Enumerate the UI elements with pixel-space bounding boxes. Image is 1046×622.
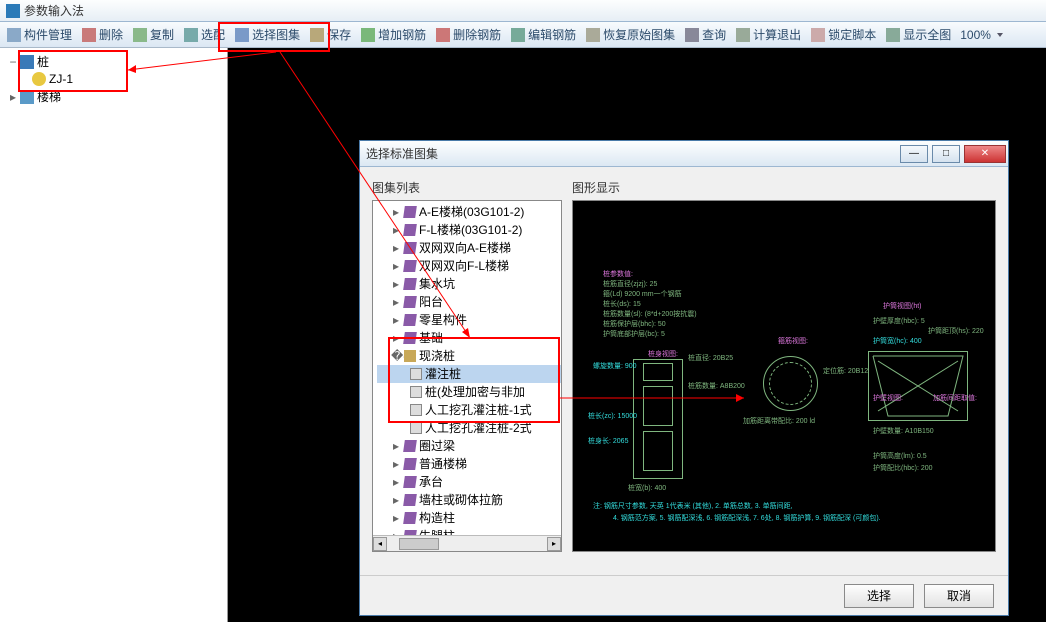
- gear-icon: [184, 28, 198, 42]
- preview-canvas: 桩参数值: 桩筋直径(zjzj): 25 箍(Ld) 9200 mm一个钢筋 桩…: [572, 200, 996, 552]
- edit-rebar-button[interactable]: 编辑钢筋: [506, 24, 581, 45]
- plus-icon: [361, 28, 375, 42]
- list-item[interactable]: ▸F-L楼梯(03G101-2): [377, 221, 561, 239]
- page-icon: [410, 368, 422, 380]
- list-item[interactable]: ▸双网双向F-L楼梯: [377, 257, 561, 275]
- list-item[interactable]: ▸承台: [377, 473, 561, 491]
- list-item-selected[interactable]: 灌注桩: [377, 365, 561, 383]
- window-title: 参数输入法: [24, 2, 84, 19]
- atlas-list: ▸A-E楼梯(03G101-2) ▸F-L楼梯(03G101-2) ▸双网双向A…: [372, 200, 562, 552]
- list-item-open[interactable]: �ə现浇桩: [377, 347, 561, 365]
- calc-icon: [736, 28, 750, 42]
- save-icon: [310, 28, 324, 42]
- pile-icon: [20, 55, 34, 69]
- book-icon: [403, 512, 417, 524]
- expand-icon[interactable]: ▸: [8, 90, 18, 104]
- copy-button[interactable]: 复制: [128, 24, 179, 45]
- restore-icon: [586, 28, 600, 42]
- list-label: 图集列表: [372, 179, 562, 196]
- tree-node-pile[interactable]: − 桩: [4, 52, 223, 71]
- manage-button[interactable]: 构件管理: [2, 24, 77, 45]
- zoom-icon: [886, 28, 900, 42]
- calc-button[interactable]: 计算退出: [731, 24, 806, 45]
- query-button[interactable]: 查询: [680, 24, 731, 45]
- list-item[interactable]: ▸集水坑: [377, 275, 561, 293]
- search-icon: [685, 28, 699, 42]
- list-item[interactable]: ▸零星构件: [377, 311, 561, 329]
- dialog-title: 选择标准图集: [366, 145, 898, 162]
- tree-node-zj1[interactable]: ZJ-1: [4, 71, 223, 87]
- select-button[interactable]: 选择: [844, 584, 914, 608]
- book-icon: [403, 440, 417, 452]
- collapse-icon[interactable]: −: [8, 55, 18, 69]
- select-atlas-button[interactable]: 选择图集: [230, 24, 305, 45]
- zoom-value: 100%: [956, 28, 995, 42]
- delete-button[interactable]: 删除: [77, 24, 128, 45]
- save-button[interactable]: 保存: [305, 24, 356, 45]
- book-icon: [403, 242, 417, 254]
- book-icon: [403, 296, 417, 308]
- cancel-button[interactable]: 取消: [924, 584, 994, 608]
- list-item[interactable]: 人工挖孔灌注桩-1式: [377, 401, 561, 419]
- page-icon: [410, 404, 422, 416]
- book-icon: [403, 476, 417, 488]
- list-item[interactable]: ▸墙柱或砌体拉筋: [377, 491, 561, 509]
- list-item[interactable]: 桩(处理加密与非加: [377, 383, 561, 401]
- doc-icon: [7, 28, 21, 42]
- list-item[interactable]: 人工挖孔灌注桩-2式: [377, 419, 561, 437]
- list-item[interactable]: ▸圈过梁: [377, 437, 561, 455]
- open-book-icon: [404, 350, 416, 362]
- horizontal-scrollbar[interactable]: ◂ ▸: [373, 535, 561, 551]
- preview-label: 图形显示: [572, 179, 996, 196]
- sidebar-tree: − 桩 ZJ-1 ▸ 楼梯: [0, 48, 228, 622]
- book-icon: [403, 458, 417, 470]
- book-icon: [403, 278, 417, 290]
- maximize-button[interactable]: □: [932, 145, 960, 163]
- book-icon: [403, 314, 417, 326]
- book-icon: [403, 206, 417, 218]
- list-item[interactable]: ▸A-E楼梯(03G101-2): [377, 203, 561, 221]
- edit-icon: [511, 28, 525, 42]
- scrollbar-thumb[interactable]: [399, 538, 439, 550]
- app-icon: [6, 4, 20, 18]
- main-toolbar: 构件管理 删除 复制 选配 选择图集 保存 增加钢筋 删除钢筋 编辑钢筋 恢复原…: [0, 22, 1046, 48]
- page-icon: [410, 422, 422, 434]
- scroll-left-icon[interactable]: ◂: [373, 537, 387, 551]
- list-item[interactable]: ▸阳台: [377, 293, 561, 311]
- select-icon: [235, 28, 249, 42]
- add-rebar-button[interactable]: 增加钢筋: [356, 24, 431, 45]
- dialog-footer: 选择 取消: [360, 575, 1008, 615]
- select-atlas-dialog: 选择标准图集 — □ ✕ 图集列表 ▸A-E楼梯(03G101-2) ▸F-L楼…: [359, 140, 1009, 616]
- showall-button[interactable]: 显示全图: [881, 24, 956, 45]
- copy-icon: [133, 28, 147, 42]
- lock-button[interactable]: 锁定脚本: [806, 24, 881, 45]
- scroll-right-icon[interactable]: ▸: [547, 537, 561, 551]
- dialog-titlebar: 选择标准图集 — □ ✕: [360, 141, 1008, 167]
- del-rebar-button[interactable]: 删除钢筋: [431, 24, 506, 45]
- list-item[interactable]: ▸双网双向A-E楼梯: [377, 239, 561, 257]
- chevron-down-icon[interactable]: [997, 33, 1003, 37]
- minimize-button[interactable]: —: [900, 145, 928, 163]
- x-icon: [82, 28, 96, 42]
- stair-icon: [20, 90, 34, 104]
- restore-button[interactable]: 恢复原始图集: [581, 24, 680, 45]
- list-item[interactable]: ▸基础: [377, 329, 561, 347]
- config-button[interactable]: 选配: [179, 24, 230, 45]
- list-item[interactable]: ▸普通楼梯: [377, 455, 561, 473]
- list-item[interactable]: ▸构造柱: [377, 509, 561, 527]
- lock-icon: [811, 28, 825, 42]
- main-titlebar: 参数输入法: [0, 0, 1046, 22]
- book-icon: [403, 224, 417, 236]
- book-icon: [403, 332, 417, 344]
- minus-icon: [436, 28, 450, 42]
- page-icon: [410, 386, 422, 398]
- close-button[interactable]: ✕: [964, 145, 1006, 163]
- tree-node-stair[interactable]: ▸ 楼梯: [4, 87, 223, 106]
- star-icon: [32, 72, 46, 86]
- book-icon: [403, 494, 417, 506]
- book-icon: [403, 260, 417, 272]
